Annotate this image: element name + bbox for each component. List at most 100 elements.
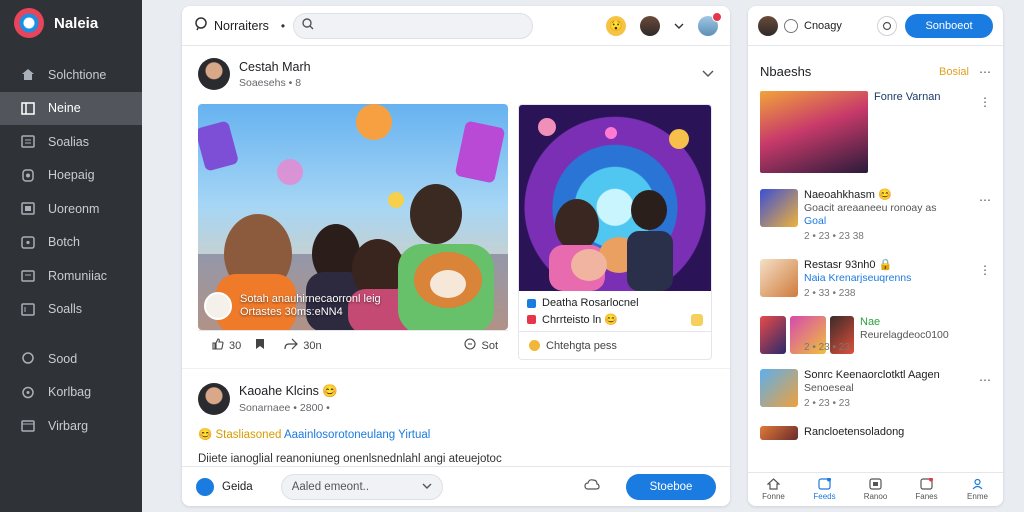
profile-icon [971, 478, 985, 490]
more-icon[interactable]: ⋯ [979, 65, 991, 79]
list-item-title: Fonre Varnan [874, 91, 941, 103]
caption-line-2: Ortastes 30ms:eNN4 [240, 306, 343, 318]
side-card-title: Deatha Rosarlocnel [542, 297, 639, 309]
list-item[interactable]: Sonrc Keenaorclotktl Aagen Senoeseal 2 •… [748, 369, 1003, 410]
workspace-name[interactable]: Norraiters [214, 19, 269, 33]
list-item[interactable]: Fonre Varnan ⋮ [748, 91, 1003, 173]
composer-select[interactable]: Aaled emeont.. [280, 473, 443, 500]
post-2: Kaoahe Klcins 😊 Sonarnaee • 2800 • 😊 Sta… [182, 368, 730, 465]
list-item-title: Naeoahkhasm 😊 [804, 189, 892, 201]
sidebar-item-3[interactable]: Hoepaig [0, 159, 142, 193]
emoji-icon[interactable]: 😯 [606, 15, 626, 36]
list-item[interactable]: Restasr 93nh0 🔒 Naia Krenarjseuqrenns 2 … [748, 259, 1003, 300]
brand[interactable]: Naleia [0, 0, 142, 46]
sidebar-item-label: Korlbag [48, 385, 92, 400]
send-button[interactable]: Stoeboe [626, 473, 716, 500]
composer-select-value: Aaled emeont.. [291, 480, 370, 493]
search-bar[interactable] [293, 12, 534, 39]
sidebar-item-label: Solchtione [48, 67, 107, 82]
home-icon [20, 68, 36, 82]
sidebar-item-label: Sood [48, 351, 78, 366]
list-item-sub: Goacit areaaneeu ronoay as [804, 202, 937, 214]
save-label: Sot [481, 339, 498, 352]
post-actions: 30 30n Sot [198, 330, 508, 360]
side-card[interactable]: Deatha Rosarlocnel Chrrteisto ln 😊 Chteh… [518, 104, 712, 360]
sidebar-item-10[interactable]: Virbarg [0, 409, 142, 443]
topbar: Norraiters • 😯 [182, 6, 730, 46]
post-meta: Soaesehs • 8 [239, 76, 302, 89]
settings-icon [20, 302, 36, 316]
sidebar-item-label: Botch [48, 235, 80, 250]
share-button[interactable]: 30n [284, 338, 322, 353]
author-avatar[interactable] [198, 383, 230, 415]
side-card-footer[interactable]: Chtehgta pess [519, 331, 711, 359]
side-card-sub: Chrrteisto ln 😊 [542, 314, 619, 326]
sidebar-item-4[interactable]: Uoreonm [0, 192, 142, 226]
bottom-nav-feeds[interactable]: Feeds [799, 473, 850, 506]
post-tag[interactable]: 😊 Stasliasoned [198, 429, 281, 441]
sidebar-item-0[interactable]: Solchtione [0, 58, 142, 92]
bag-icon [20, 419, 36, 433]
post-body-line-1: 😊 Stasliasoned Aaainlosorotoneulang Yirt… [198, 427, 714, 441]
composer-label: Geida [222, 480, 253, 493]
subscribe-button[interactable]: Sonboeot [905, 13, 993, 38]
post-link[interactable]: Aaainlosorotoneulang Yirtual [284, 429, 430, 441]
sidebar-item-label: Neine [48, 101, 81, 116]
bottom-nav-images[interactable]: Ranoo [850, 473, 901, 506]
right-header: Nbaeshs Bosial ⋯ [748, 46, 1003, 91]
sidebar-item-6[interactable]: Romuniiac [0, 259, 142, 293]
notification-avatar[interactable] [698, 11, 722, 36]
sidebar-item-5[interactable]: Botch [0, 226, 142, 260]
bottom-nav-profile[interactable]: Enme [952, 473, 1003, 506]
post-1: Cestah Marh Soaesehs • 8 Sotah anauhirne… [182, 46, 730, 360]
cloud-icon[interactable] [584, 478, 600, 495]
list-item-title: Sonrc Keenaorclotktl Aagen [804, 369, 940, 381]
like-button[interactable]: 30 [212, 338, 241, 353]
shield-icon [20, 168, 36, 182]
more-icon[interactable]: ⋮ [979, 95, 991, 109]
bottom-nav-inbox[interactable]: Fanes [901, 473, 952, 506]
bottom-nav-label: Enme [967, 492, 988, 501]
gift-icon[interactable] [691, 313, 703, 326]
chevron-down-icon[interactable] [702, 67, 714, 81]
composer-icon[interactable] [196, 477, 214, 496]
author-avatar[interactable] [198, 58, 230, 90]
post-header: Kaoahe Klcins 😊 Sonarnaee • 2800 • [198, 383, 714, 415]
carnival-illustration [538, 118, 689, 291]
avatar[interactable] [640, 15, 660, 36]
sidebar-item-label: Soalls [48, 302, 83, 317]
chevron-down-icon[interactable] [674, 19, 684, 33]
author-name[interactable]: Kaoahe Klcins 😊 [239, 384, 338, 399]
camera-icon[interactable] [877, 15, 897, 36]
sidebar-nav: Solchtione Neine Soalias Hoepaig Uoreonm… [0, 58, 142, 443]
save-button[interactable]: Sot [464, 338, 498, 353]
more-icon[interactable]: ⋯ [979, 193, 991, 207]
brand-logo [14, 8, 44, 38]
topbar-icons: 😯 [606, 11, 722, 36]
sidebar-item-2[interactable]: Soalias [0, 125, 142, 159]
more-icon[interactable]: ⋯ [979, 373, 991, 387]
list-item-sub: Senoeseal [804, 382, 854, 394]
sidebar-item-label: Uoreonm [48, 201, 100, 216]
thumbnail [760, 259, 798, 297]
sidebar-item-1[interactable]: Neine [0, 91, 142, 125]
folder-icon [20, 269, 36, 283]
more-icon[interactable]: ⋮ [979, 263, 991, 277]
avatar[interactable] [758, 15, 778, 36]
search-input[interactable] [320, 18, 521, 33]
list-item[interactable]: Rancloetensoladong [748, 426, 1003, 440]
comment-button[interactable] [255, 338, 270, 353]
bottom-nav-label: Feeds [813, 492, 836, 501]
post-header: Cestah Marh Soaesehs • 8 [198, 58, 714, 90]
subscribe-button-label: Sonboeot [925, 19, 973, 32]
sidebar-item-9[interactable]: Korlbag [0, 376, 142, 410]
post-image[interactable]: Sotah anauhirnecaorronl leig Ortastes 30… [198, 104, 508, 330]
right-header-link[interactable]: Bosial [939, 66, 969, 78]
sidebar-item-7[interactable]: Soalls [0, 293, 142, 327]
list-item[interactable]: Naeoahkhasm 😊 Goacit areaaneeu ronoay as… [748, 189, 1003, 243]
search-icon [302, 18, 314, 33]
sidebar-item-8[interactable]: Sood [0, 342, 142, 376]
bottom-nav-label: Ranoo [863, 492, 888, 501]
bottom-nav-home[interactable]: Fonne [748, 473, 799, 506]
author-name[interactable]: Cestah Marh [239, 60, 311, 74]
